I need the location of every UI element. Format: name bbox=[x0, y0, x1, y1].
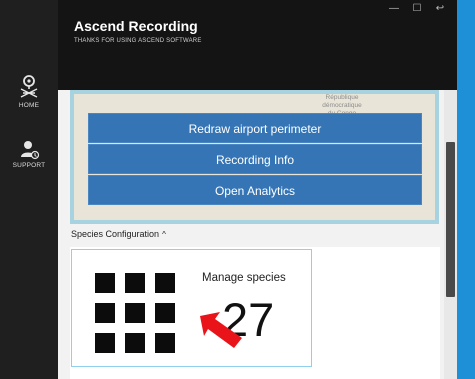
sidebar-item-home[interactable]: HOME bbox=[0, 74, 58, 109]
app-window: HOME SUPPORT Ascend Recording THANKS FOR… bbox=[0, 0, 475, 379]
sidebar: HOME SUPPORT bbox=[0, 0, 58, 379]
app-subtitle: THANKS FOR USING ASCEND SOFTWARE bbox=[74, 38, 202, 44]
home-pin-icon bbox=[20, 75, 38, 98]
support-user-icon bbox=[21, 141, 40, 160]
species-section-label: Species Configuration bbox=[71, 229, 160, 239]
action-menu: Redraw airport perimeter Recording Info … bbox=[88, 113, 422, 206]
header: Ascend Recording THANKS FOR USING ASCEND… bbox=[58, 0, 457, 90]
sidebar-item-label: SUPPORT bbox=[12, 162, 46, 169]
recording-info-button[interactable]: Recording Info bbox=[88, 144, 422, 174]
back-icon[interactable]: ↩ bbox=[433, 3, 447, 15]
maximize-icon[interactable]: ☐ bbox=[410, 3, 424, 15]
accent-strip bbox=[457, 0, 475, 379]
grid-icon bbox=[95, 273, 175, 353]
redraw-perimeter-button[interactable]: Redraw airport perimeter bbox=[88, 113, 422, 143]
minimize-icon[interactable]: — bbox=[387, 3, 401, 15]
scroll-thumb[interactable] bbox=[446, 142, 455, 297]
open-analytics-button[interactable]: Open Analytics bbox=[88, 175, 422, 205]
manage-species-card[interactable]: Manage species 27 bbox=[71, 249, 312, 367]
sidebar-item-label: HOME bbox=[18, 102, 40, 109]
scrollbar[interactable] bbox=[444, 90, 457, 379]
chevron-up-icon: ^ bbox=[162, 230, 166, 239]
sidebar-item-support[interactable]: SUPPORT bbox=[0, 140, 58, 169]
species-section-header[interactable]: Species Configuration ^ bbox=[71, 229, 166, 239]
arrow-pointer-icon bbox=[200, 312, 242, 348]
app-title: Ascend Recording bbox=[74, 18, 198, 34]
card-title: Manage species bbox=[202, 272, 286, 284]
main-content: République démocratique du Congo Redraw … bbox=[58, 90, 457, 379]
